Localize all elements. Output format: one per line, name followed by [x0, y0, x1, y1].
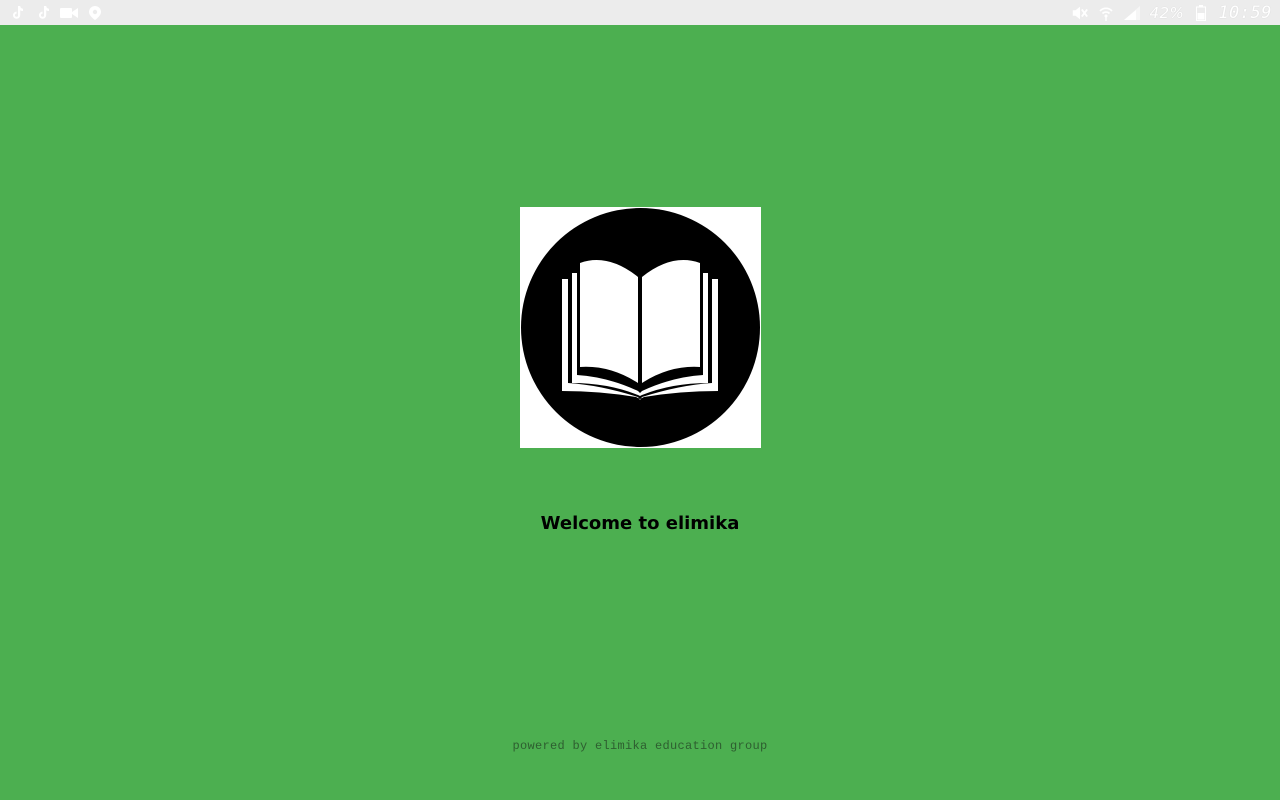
welcome-heading: Welcome to elimika [540, 513, 740, 534]
status-bar-right: 42% 10:59 [1071, 3, 1272, 23]
status-bar: 42% 10:59 [0, 0, 1280, 25]
battery-percent: 42% [1149, 3, 1185, 22]
mute-icon [1071, 4, 1089, 22]
signal-icon [1123, 4, 1141, 22]
tiktok-icon [34, 4, 52, 22]
location-pin-icon [86, 4, 104, 22]
clock: 10:59 [1218, 2, 1272, 23]
wifi-icon [1097, 4, 1115, 22]
video-camera-icon [60, 4, 78, 22]
powered-by-footer: powered by elimika education group [512, 739, 768, 753]
tiktok-icon [8, 4, 26, 22]
app-logo [520, 207, 761, 448]
status-bar-left [8, 4, 104, 22]
splash-screen: Welcome to elimika powered by elimika ed… [0, 25, 1280, 800]
battery-icon [1192, 4, 1210, 22]
open-book-icon [521, 208, 760, 447]
